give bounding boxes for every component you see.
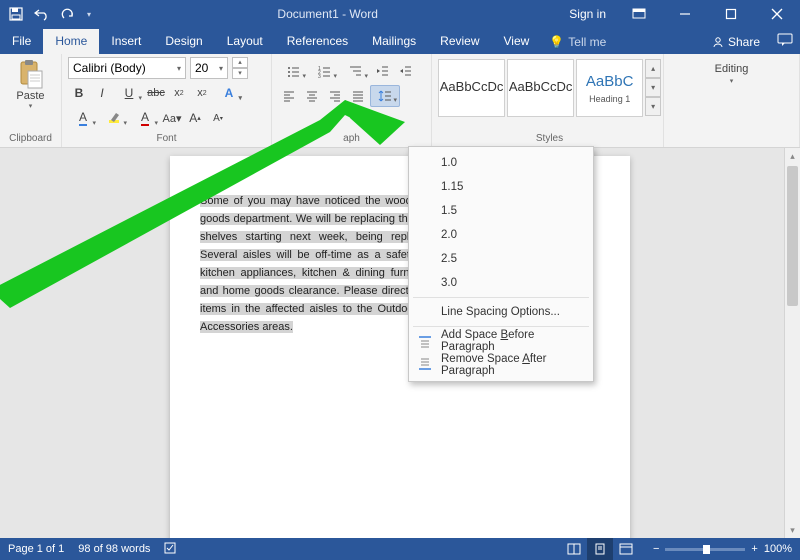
- group-clipboard: Paste ▾ Clipboard: [0, 54, 62, 147]
- window-title: Document1 - Word: [96, 7, 559, 21]
- spacing-1-5[interactable]: 1.5: [409, 199, 593, 223]
- justify-button[interactable]: [347, 85, 369, 107]
- chevron-down-icon: ▾: [730, 77, 734, 85]
- style-normal[interactable]: AaBbCcDc: [438, 59, 505, 117]
- close-button[interactable]: [754, 0, 800, 28]
- style-no-spacing[interactable]: AaBbCcDc: [507, 59, 574, 117]
- align-left-button[interactable]: [278, 85, 300, 107]
- bold-button[interactable]: B: [68, 82, 90, 104]
- editing-button[interactable]: Editing: [711, 61, 753, 77]
- align-center-button[interactable]: [301, 85, 323, 107]
- italic-button[interactable]: I: [91, 82, 113, 104]
- line-spacing-button[interactable]: [370, 85, 400, 107]
- spacing-1-15[interactable]: 1.15: [409, 175, 593, 199]
- change-case-button[interactable]: Aa▾: [161, 107, 183, 129]
- subscript-button[interactable]: x2: [168, 82, 190, 104]
- vertical-scrollbar[interactable]: ▴ ▾: [784, 148, 800, 538]
- group-paragraph: 123 aph: [272, 54, 432, 147]
- multilevel-list-button[interactable]: [340, 60, 370, 82]
- tell-me-search[interactable]: 💡 Tell me: [541, 30, 614, 54]
- chevron-down-icon[interactable]: ▾: [173, 64, 181, 73]
- scroll-down-arrow[interactable]: ▾: [785, 522, 800, 538]
- tab-mailings[interactable]: Mailings: [360, 29, 428, 54]
- tab-view[interactable]: View: [492, 29, 542, 54]
- redo-button[interactable]: [56, 2, 80, 26]
- tab-insert[interactable]: Insert: [99, 29, 153, 54]
- shrink-font-button[interactable]: A▾: [207, 107, 229, 129]
- font-size-spinner[interactable]: ▴▾: [232, 57, 248, 79]
- minimize-button[interactable]: [662, 0, 708, 28]
- scroll-thumb[interactable]: [787, 166, 798, 306]
- undo-button[interactable]: [30, 2, 54, 26]
- spellcheck-icon[interactable]: [164, 541, 178, 558]
- group-styles: AaBbCcDc AaBbCcDc AaBbC Heading 1 ▴ ▾ ▾ …: [432, 54, 664, 147]
- word-count[interactable]: 98 of 98 words: [78, 543, 150, 555]
- paste-button[interactable]: Paste ▾: [16, 57, 44, 110]
- tab-layout[interactable]: Layout: [215, 29, 275, 54]
- chevron-down-icon[interactable]: ▾: [215, 64, 223, 73]
- increase-indent-button[interactable]: [394, 60, 416, 82]
- zoom-level[interactable]: 100%: [764, 543, 792, 555]
- comments-button[interactable]: [770, 28, 800, 54]
- tab-references[interactable]: References: [275, 29, 360, 54]
- numbering-button[interactable]: 123: [309, 60, 339, 82]
- paste-icon: [16, 59, 44, 89]
- grow-font-button[interactable]: A▴: [184, 107, 206, 129]
- tab-review[interactable]: Review: [428, 29, 491, 54]
- zoom-in-button[interactable]: +: [751, 543, 757, 555]
- print-layout-button[interactable]: [587, 538, 613, 560]
- spacing-3-0[interactable]: 3.0: [409, 271, 593, 295]
- line-spacing-menu: 1.0 1.15 1.5 2.0 2.5 3.0 Line Spacing Op…: [408, 146, 594, 382]
- share-button[interactable]: Share: [702, 30, 770, 54]
- spacing-2-0[interactable]: 2.0: [409, 223, 593, 247]
- font-color-a-button[interactable]: A: [68, 107, 98, 129]
- zoom-out-button[interactable]: −: [653, 543, 659, 555]
- remove-space-after-icon: [417, 357, 433, 373]
- tab-file[interactable]: File: [0, 29, 43, 54]
- read-mode-button[interactable]: [561, 538, 587, 560]
- superscript-button[interactable]: x2: [191, 82, 213, 104]
- group-editing: Editing ▾: [664, 54, 800, 147]
- tab-home[interactable]: Home: [43, 29, 99, 54]
- web-layout-button[interactable]: [613, 538, 639, 560]
- bullets-button[interactable]: [278, 60, 308, 82]
- text-effects-button[interactable]: A: [214, 82, 244, 104]
- lightbulb-icon: 💡: [549, 35, 564, 49]
- spacing-2-5[interactable]: 2.5: [409, 247, 593, 271]
- styles-expand[interactable]: ▾: [645, 97, 661, 116]
- maximize-button[interactable]: [708, 0, 754, 28]
- spacing-1-0[interactable]: 1.0: [409, 151, 593, 175]
- chevron-down-icon: ▾: [29, 102, 33, 110]
- group-font: Calibri (Body) ▾ 20 ▾ ▴▾ B I U abc x2 x2…: [62, 54, 272, 147]
- ribbon-display-options-button[interactable]: [616, 0, 662, 28]
- styles-scroll-down[interactable]: ▾: [645, 78, 661, 97]
- decrease-indent-button[interactable]: [371, 60, 393, 82]
- font-name-combo[interactable]: Calibri (Body) ▾: [68, 57, 186, 79]
- strikethrough-button[interactable]: abc: [145, 82, 167, 104]
- underline-button[interactable]: U: [114, 82, 144, 104]
- tab-design[interactable]: Design: [153, 29, 214, 54]
- add-space-before[interactable]: Add Space Before Paragraph: [409, 329, 593, 353]
- svg-text:3: 3: [318, 74, 321, 78]
- share-icon: [712, 36, 724, 48]
- page-indicator[interactable]: Page 1 of 1: [8, 543, 64, 555]
- add-space-before-icon: [417, 333, 433, 349]
- line-spacing-options[interactable]: Line Spacing Options...: [409, 300, 593, 324]
- save-button[interactable]: [4, 2, 28, 26]
- style-heading-1[interactable]: AaBbC Heading 1: [576, 59, 643, 117]
- qat-customize-button[interactable]: ▾: [82, 2, 96, 26]
- styles-scroll-up[interactable]: ▴: [645, 59, 661, 78]
- remove-space-after[interactable]: Remove Space After Paragraph: [409, 353, 593, 377]
- sign-in-link[interactable]: Sign in: [559, 7, 616, 21]
- scroll-up-arrow[interactable]: ▴: [785, 148, 800, 164]
- zoom-slider[interactable]: [665, 548, 745, 551]
- highlight-button[interactable]: [99, 107, 129, 129]
- align-right-button[interactable]: [324, 85, 346, 107]
- font-color-button[interactable]: A: [130, 107, 160, 129]
- document-area: Some of you may have noticed the wood sh…: [0, 148, 800, 538]
- font-size-combo[interactable]: 20 ▾: [190, 57, 228, 79]
